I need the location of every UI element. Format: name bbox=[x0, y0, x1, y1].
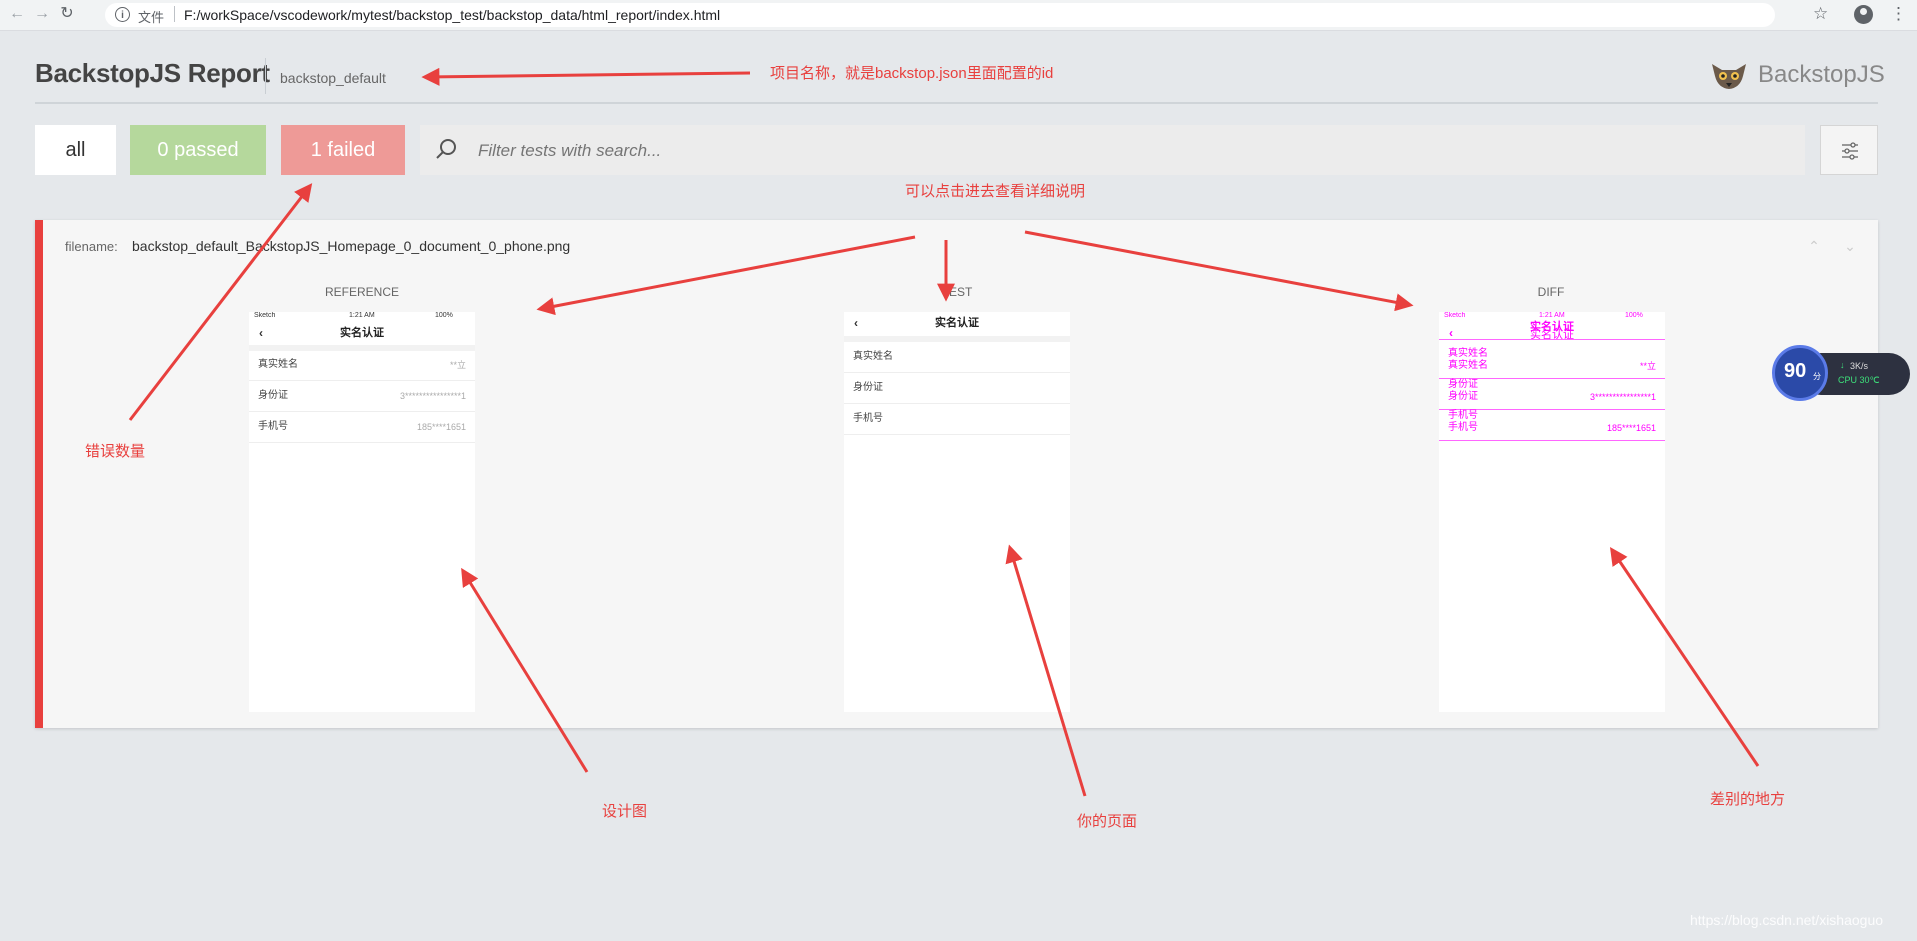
cpu-temp: CPU 30℃ bbox=[1838, 375, 1880, 385]
watermark: https://blog.csdn.net/xishaoguo bbox=[1690, 912, 1884, 928]
url-scheme: 文件 bbox=[138, 10, 165, 25]
filename-label: filename: bbox=[65, 239, 118, 254]
annotation-design: 设计图 bbox=[602, 803, 648, 820]
list-item: 真实姓名 bbox=[844, 342, 1070, 373]
info-icon[interactable]: i bbox=[115, 7, 130, 22]
net-speed: 3K/s bbox=[1850, 361, 1869, 371]
url-divider bbox=[174, 6, 175, 22]
settings-button[interactable] bbox=[1820, 125, 1878, 175]
sliders-icon bbox=[1842, 142, 1858, 160]
system-monitor-widget[interactable]: 90 分 ↓ 3K/s CPU 30℃ bbox=[1772, 345, 1912, 403]
fail-status-bar bbox=[35, 220, 43, 728]
search-box bbox=[420, 125, 1805, 177]
annotation-click-detail: 可以点击进去查看详细说明 bbox=[905, 183, 1086, 200]
annotation-your-page: 你的页面 bbox=[1077, 813, 1138, 830]
header-divider bbox=[35, 102, 1878, 104]
phone-nav-title: 实名认证 bbox=[935, 317, 979, 329]
phone-status-bar: Sketch 1:21 AM 100% bbox=[254, 312, 453, 319]
title-divider bbox=[265, 58, 266, 94]
score-value: 90 bbox=[1784, 360, 1807, 382]
brand-name: BackstopJS bbox=[1758, 61, 1885, 88]
arrow-right-icon[interactable]: → bbox=[33, 5, 51, 23]
test-label: TEST bbox=[941, 285, 973, 299]
score-ring: 90 分 bbox=[1772, 345, 1828, 401]
reference-label: REFERENCE bbox=[324, 285, 399, 299]
more-menu-icon[interactable]: ⋮ bbox=[1890, 4, 1907, 24]
annotation-error-count: 错误数量 bbox=[85, 443, 146, 460]
reference-image[interactable]: Sketch 1:21 AM 100% ‹ 实名认证 真实姓名 **立 身份证 3*… bbox=[249, 312, 475, 712]
test-image[interactable]: ‹ 实名认证 真实姓名 身份证 手机号 bbox=[844, 312, 1070, 712]
search-input[interactable] bbox=[476, 125, 1780, 177]
account-icon[interactable] bbox=[1854, 5, 1873, 24]
list-item: 身份证 bbox=[844, 373, 1070, 404]
list-item: 身份证 3****************1 bbox=[249, 381, 475, 412]
list-item: 手机号 185****1651 bbox=[249, 412, 475, 443]
filename-value: backstop_default_BackstopJS_Homepage_0_d… bbox=[132, 238, 571, 254]
arrow-to-project-id bbox=[421, 67, 751, 86]
diff-label: DIFF bbox=[1537, 285, 1565, 299]
test-card[interactable]: filename: backstop_default_BackstopJS_Ho… bbox=[35, 220, 1878, 728]
list-item: 手机号 bbox=[844, 404, 1070, 435]
score-unit: 分 bbox=[1813, 372, 1821, 381]
phone-nav-title: 实名认证 bbox=[340, 327, 384, 339]
diff-image[interactable]: Sketch 1:21 AM 100% ‹ 实名认证 实名认证 真实姓名 真实姓… bbox=[1439, 312, 1665, 712]
lemur-icon bbox=[1712, 64, 1746, 89]
chevron-down-icon[interactable]: ⌄ bbox=[1841, 238, 1859, 254]
list-item: 手机号 手机号 185****1651 bbox=[1439, 410, 1665, 441]
search-icon bbox=[436, 139, 456, 159]
annotation-project-name: 项目名称，就是backstop.json里面配置的id bbox=[770, 65, 1054, 82]
arrow-left-icon[interactable]: ← bbox=[8, 5, 26, 23]
page-title: BackstopJS Report bbox=[35, 58, 270, 88]
star-icon[interactable]: ☆ bbox=[1813, 4, 1828, 24]
reload-icon[interactable]: ↻ bbox=[58, 5, 76, 23]
filter-failed-button[interactable]: 1 failed bbox=[281, 125, 405, 175]
annotation-diff-area: 差别的地方 bbox=[1710, 791, 1786, 808]
url-text[interactable]: F:/workSpace/vscodework/mytest/backstop_… bbox=[184, 7, 720, 23]
filter-passed-button[interactable]: 0 passed bbox=[130, 125, 266, 175]
list-item: 真实姓名 **立 bbox=[249, 350, 475, 381]
filter-all-button[interactable]: all bbox=[35, 125, 116, 175]
project-id: backstop_default bbox=[280, 70, 386, 86]
chevron-up-icon[interactable]: ⌃ bbox=[1805, 238, 1823, 254]
download-icon: ↓ bbox=[1840, 360, 1845, 370]
